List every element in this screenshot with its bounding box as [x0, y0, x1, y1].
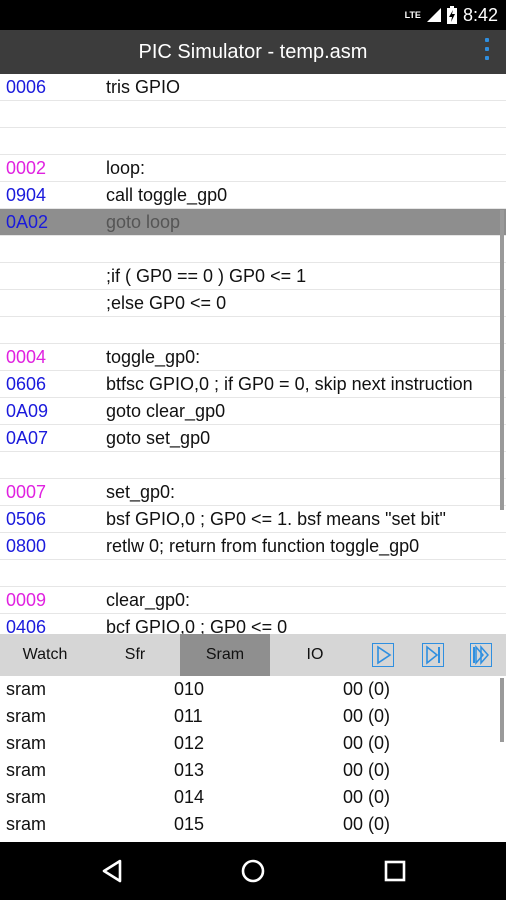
signal-icon [426, 8, 441, 22]
register-value: 00 (0) [343, 706, 391, 726]
register-name: sram [6, 814, 46, 834]
register-address: 012 [174, 733, 205, 753]
code-text: call toggle_gp0 [106, 185, 228, 205]
register-row[interactable]: sram 014 00 (0) [0, 784, 506, 811]
register-name: sram [6, 679, 46, 699]
code-line[interactable]: 0406 bcf GPIO,0 ; GP0 <= 0 [0, 614, 506, 634]
code-line[interactable]: 0A07 goto set_gp0 [0, 425, 506, 452]
status-bar: LTE 8:42 [0, 0, 506, 30]
code-address: 0800 [6, 536, 47, 556]
lte-indicator: LTE [404, 9, 421, 20]
code-address: 0A02 [6, 212, 49, 232]
code-line[interactable] [0, 452, 506, 479]
code-text: ;else GP0 <= 0 [106, 293, 227, 313]
code-line[interactable]: 0004 toggle_gp0: [0, 344, 506, 371]
register-row[interactable]: sram 013 00 (0) [0, 757, 506, 784]
code-line[interactable] [0, 128, 506, 155]
register-row[interactable]: sram 010 00 (0) [0, 676, 506, 703]
code-listing[interactable]: 0006 tris GPIO 0002 loop: 0904 call toggle_gp… [0, 74, 506, 634]
register-row[interactable]: sram 012 00 (0) [0, 730, 506, 757]
sram-scrollbar[interactable] [500, 678, 504, 742]
register-address: 015 [174, 814, 205, 834]
code-text: goto set_gp0 [106, 428, 211, 448]
code-line-selected[interactable]: 0A02 goto loop [0, 209, 506, 236]
code-address: 0007 [6, 482, 47, 502]
code-line[interactable] [0, 101, 506, 128]
code-line[interactable]: 0006 tris GPIO [0, 74, 506, 101]
code-text: retlw 0; return from function toggle_gp0 [106, 536, 420, 556]
code-address: 0A07 [6, 428, 49, 448]
code-line[interactable] [0, 236, 506, 263]
register-value: 00 (0) [343, 787, 391, 807]
code-address: 0006 [6, 77, 47, 97]
sram-table[interactable]: sram 010 00 (0) sram 011 00 (0) sram 012 00 (0) s… [0, 676, 506, 842]
register-value: 00 (0) [343, 733, 391, 753]
register-address: 011 [174, 706, 203, 726]
code-address: 0002 [6, 158, 47, 178]
recents-icon[interactable] [380, 856, 410, 886]
tab-watch[interactable]: Watch [0, 634, 90, 676]
fast-forward-icon[interactable] [470, 643, 492, 667]
code-text: bsf GPIO,0 ; GP0 <= 1. bsf means "set bi… [106, 509, 446, 529]
code-line[interactable]: 0009 clear_gp0: [0, 587, 506, 614]
battery-icon [446, 6, 457, 24]
code-line[interactable]: 0002 loop: [0, 155, 506, 182]
code-line[interactable] [0, 560, 506, 587]
code-text: ;if ( GP0 == 0 ) GP0 <= 1 [106, 266, 307, 286]
register-row[interactable]: sram 015 00 (0) [0, 811, 506, 838]
code-text: set_gp0: [106, 482, 176, 502]
back-icon[interactable] [98, 856, 128, 886]
step-icon[interactable] [422, 643, 444, 667]
code-line[interactable]: 0904 call toggle_gp0 [0, 182, 506, 209]
code-address: 0009 [6, 590, 47, 610]
overflow-menu-icon[interactable] [482, 38, 492, 66]
register-value: 00 (0) [343, 814, 391, 834]
app-title: PIC Simulator - temp.asm [138, 41, 368, 63]
code-text: toggle_gp0: [106, 347, 201, 367]
code-address: 0606 [6, 374, 47, 394]
clock: 8:42 [462, 4, 498, 25]
tab-io[interactable]: IO [270, 634, 360, 676]
register-address: 014 [174, 787, 205, 807]
code-line[interactable]: 0800 retlw 0; return from function toggle… [0, 533, 506, 560]
code-text: btfsc GPIO,0 ; if GP0 = 0, skip next ins… [106, 374, 473, 394]
code-line[interactable]: 0506 bsf GPIO,0 ; GP0 <= 1. bsf means "se… [0, 506, 506, 533]
register-address: 010 [174, 679, 205, 699]
code-text: goto loop [106, 212, 181, 232]
play-icon[interactable] [372, 643, 394, 667]
register-value: 00 (0) [343, 760, 391, 780]
code-text: tris GPIO [106, 77, 181, 97]
home-icon[interactable] [238, 856, 268, 886]
register-name: sram [6, 787, 46, 807]
register-name: sram [6, 706, 46, 726]
code-text: goto clear_gp0 [106, 401, 226, 421]
register-row[interactable]: sram 011 00 (0) [0, 703, 506, 730]
code-line[interactable]: 0A09 goto clear_gp0 [0, 398, 506, 425]
code-line[interactable]: ;if ( GP0 == 0 ) GP0 <= 1 [0, 263, 506, 290]
tab-bar: Watch Sfr Sram IO [0, 634, 506, 676]
register-name: sram [6, 760, 46, 780]
code-address: 0004 [6, 347, 47, 367]
code-line[interactable] [0, 317, 506, 344]
code-text: bcf GPIO,0 ; GP0 <= 0 [106, 617, 288, 634]
navigation-bar [0, 842, 506, 900]
tab-sfr[interactable]: Sfr [90, 634, 180, 676]
register-name: sram [6, 733, 46, 753]
code-scrollbar[interactable] [500, 210, 504, 510]
code-address: 0904 [6, 185, 47, 205]
code-address: 0A09 [6, 401, 49, 421]
code-address: 0506 [6, 509, 47, 529]
code-line[interactable]: 0007 set_gp0: [0, 479, 506, 506]
code-text: clear_gp0: [106, 590, 191, 610]
register-value: 00 (0) [343, 679, 391, 699]
tab-sram[interactable]: Sram [180, 634, 270, 676]
code-line[interactable]: 0606 btfsc GPIO,0 ; if GP0 = 0, skip next… [0, 371, 506, 398]
code-text: loop: [106, 158, 146, 178]
code-address: 0406 [6, 617, 47, 634]
register-address: 013 [174, 760, 205, 780]
app-bar: PIC Simulator - temp.asm [0, 30, 506, 74]
code-line[interactable]: ;else GP0 <= 0 [0, 290, 506, 317]
